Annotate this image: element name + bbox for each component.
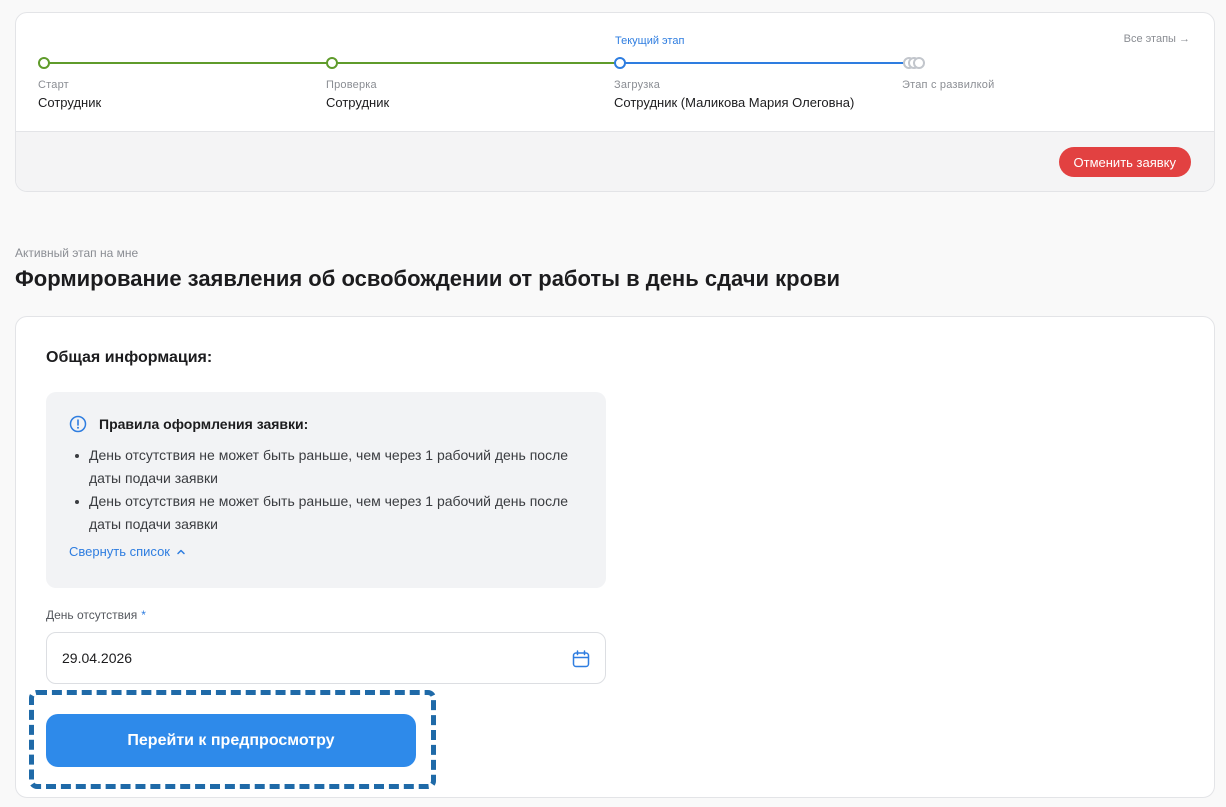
- absence-day-label-text: День отсутствия: [46, 608, 138, 622]
- stage-card-footer: Отменить заявку: [16, 131, 1214, 191]
- rule-item: День отсутствия не может быть раньше, че…: [70, 490, 580, 536]
- stage-label-start: Старт: [38, 79, 69, 91]
- stage-dot-upload: [614, 57, 626, 69]
- stage-value-upload: Сотрудник (Маликова Мария Олеговна): [614, 95, 855, 110]
- absence-day-input[interactable]: 29.04.2026: [46, 632, 606, 684]
- all-stages-link[interactable]: Все этапы →: [1124, 33, 1190, 45]
- progress-line-current: [622, 62, 904, 64]
- absence-day-label: День отсутствия *: [46, 608, 146, 622]
- stage-value-start: Сотрудник: [38, 95, 102, 110]
- cancel-request-button[interactable]: Отменить заявку: [1058, 147, 1191, 177]
- stage-label-check: Проверка: [326, 79, 377, 91]
- page-title: Формирование заявления об освобождении о…: [15, 266, 841, 291]
- go-to-preview-button[interactable]: Перейти к предпросмотру: [46, 714, 416, 767]
- required-mark: *: [141, 608, 146, 622]
- stage-value-check: Сотрудник: [326, 95, 390, 110]
- rules-title: Правила оформления заявки:: [99, 416, 309, 432]
- collapse-list-link[interactable]: Свернуть список: [69, 544, 186, 559]
- rules-box: Правила оформления заявки: День отсутств…: [46, 392, 606, 588]
- collapse-list-label: Свернуть список: [69, 544, 170, 559]
- stage-dot-start: [38, 57, 50, 69]
- absence-day-value: 29.04.2026: [62, 650, 133, 666]
- current-stage-tag: Текущий этап: [615, 35, 685, 47]
- stage-label-upload: Загрузка: [614, 79, 661, 91]
- fork-stage-icon: [903, 57, 929, 69]
- stage-track: Текущий этап Все этапы → Старт Сотрудник…: [16, 13, 1214, 131]
- stage-progress-card: Текущий этап Все этапы → Старт Сотрудник…: [15, 12, 1215, 192]
- calendar-icon[interactable]: [571, 649, 591, 669]
- rules-list: День отсутствия не может быть раньше, че…: [70, 444, 580, 536]
- stage-label-fork: Этап с развилкой: [902, 79, 995, 91]
- form-card: Общая информация: Правила оформления зая…: [15, 316, 1215, 798]
- rule-item: День отсутствия не может быть раньше, че…: [70, 444, 580, 490]
- chevron-up-icon: [177, 549, 185, 554]
- stage-dot-check: [326, 57, 338, 69]
- section-title: Общая информация:: [46, 349, 213, 366]
- info-icon: [69, 415, 87, 433]
- page-subtitle: Активный этап на мне: [15, 246, 139, 260]
